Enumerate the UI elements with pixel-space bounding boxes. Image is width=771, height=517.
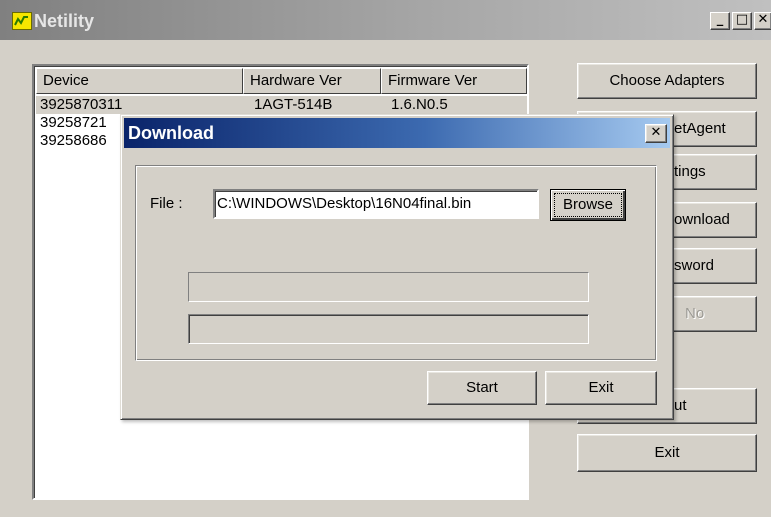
- download-dialog: Download ✕ File : C:\WINDOWS\Desktop\16N…: [120, 114, 674, 420]
- app-icon[interactable]: [12, 12, 32, 30]
- progress-bar-1: [188, 272, 589, 302]
- dialog-title: Download: [128, 123, 214, 143]
- file-path-input[interactable]: C:\WINDOWS\Desktop\16N04final.bin: [213, 189, 539, 219]
- dialog-exit-button[interactable]: Exit: [545, 371, 657, 405]
- browse-button[interactable]: Browse: [550, 189, 626, 221]
- main-title-bar: Netility _ □ ✕: [0, 0, 771, 40]
- progress-bar-2: [188, 314, 589, 344]
- close-icon[interactable]: ✕: [754, 12, 771, 30]
- column-header-device[interactable]: Device: [36, 68, 243, 94]
- firmware-ver-cell: 1.6.N0.5: [391, 96, 448, 113]
- dialog-group-box: File : C:\WINDOWS\Desktop\16N04final.bin…: [135, 165, 657, 361]
- dialog-title-bar[interactable]: Download ✕: [124, 118, 670, 148]
- column-header-hardware-ver[interactable]: Hardware Ver: [243, 68, 381, 94]
- device-cell[interactable]: 39258721: [40, 114, 107, 132]
- minimize-icon[interactable]: _: [710, 12, 730, 30]
- window-title: Netility: [34, 11, 95, 31]
- exit-button[interactable]: Exit: [577, 434, 757, 472]
- hardware-ver-cell: 1AGT-514B: [254, 96, 333, 113]
- start-button[interactable]: Start: [427, 371, 537, 405]
- choose-adapters-button[interactable]: Choose Adapters: [577, 63, 757, 99]
- maximize-icon[interactable]: □: [732, 12, 752, 30]
- file-label: File :: [150, 195, 183, 212]
- device-cell[interactable]: 39258686: [40, 132, 107, 150]
- dialog-close-icon[interactable]: ✕: [645, 124, 667, 143]
- column-header-firmware-ver[interactable]: Firmware Ver: [381, 68, 527, 94]
- device-cell: 3925870311: [40, 96, 123, 113]
